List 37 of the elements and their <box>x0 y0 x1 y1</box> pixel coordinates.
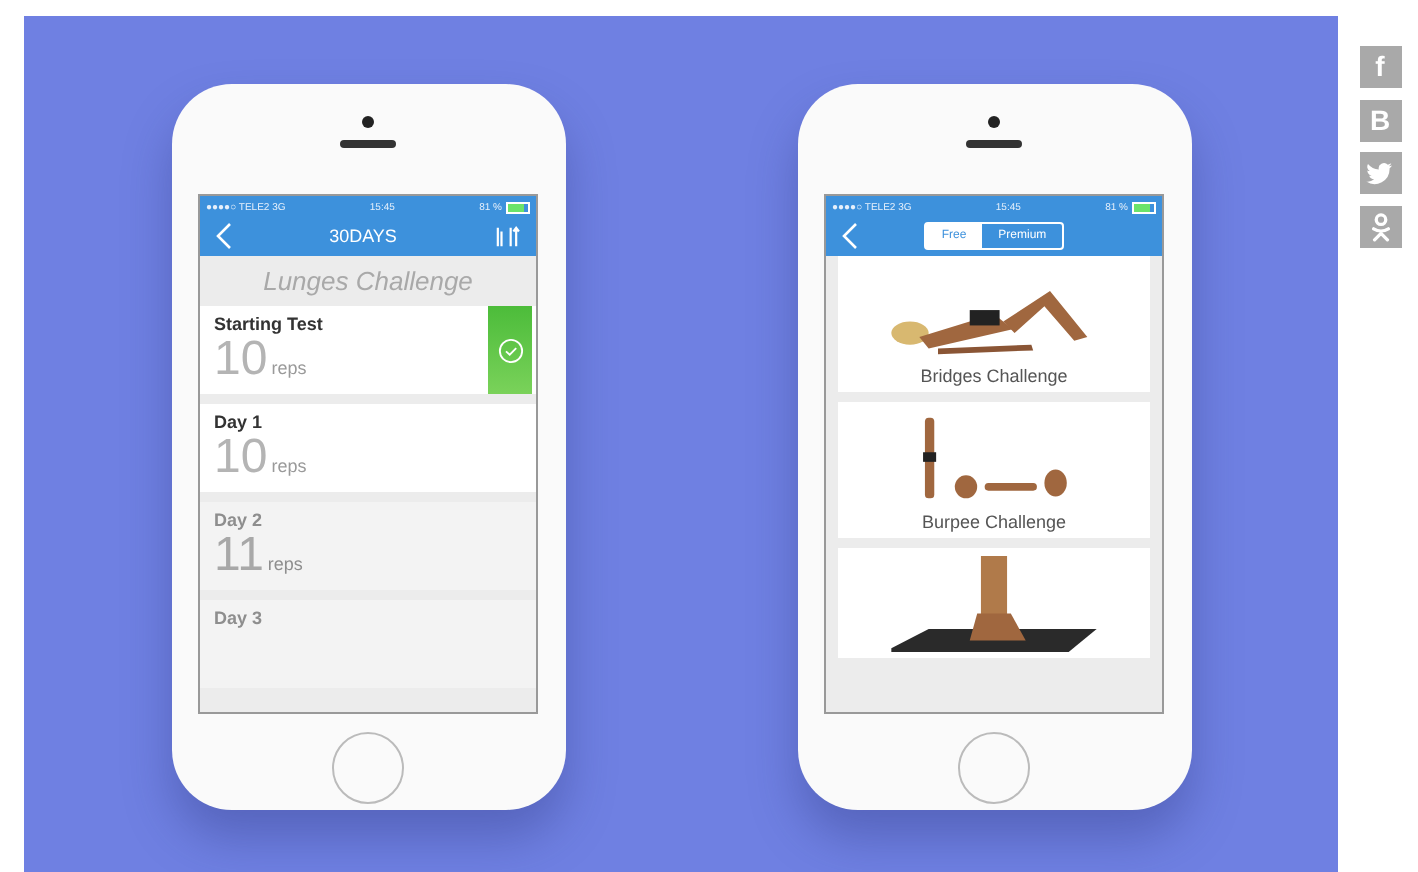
speaker-slot <box>966 140 1022 148</box>
rep-count: 10 <box>214 334 268 386</box>
battery-icon <box>505 202 530 214</box>
day-card[interactable]: Day 1 10 reps <box>200 404 536 492</box>
home-button[interactable] <box>332 732 404 804</box>
day-card[interactable]: Starting Test 10 reps <box>200 306 536 394</box>
home-button[interactable] <box>958 732 1030 804</box>
day-label: Day 1 <box>214 412 265 432</box>
day-label: Day 3 <box>214 608 263 628</box>
day-card[interactable]: Day 3 <box>200 600 536 688</box>
rep-count: 10 <box>214 432 268 484</box>
camera-dot <box>988 116 1000 128</box>
challenge-label: Bridges Challenge <box>920 364 1068 386</box>
challenge-label: Burpee Challenge <box>921 510 1067 532</box>
reps-unit: reps <box>267 554 303 574</box>
day-card[interactable]: Day 2 11 reps <box>200 502 536 590</box>
day-label: Starting Test <box>214 314 323 334</box>
challenge-card[interactable]: Burpee Challenge <box>838 402 1150 538</box>
twitter-bird-icon[interactable] <box>1359 152 1401 195</box>
check-circle-icon <box>497 337 523 363</box>
camera-dot <box>362 116 374 128</box>
person-outline-icon[interactable] <box>1359 206 1401 249</box>
battery-icon <box>1131 202 1156 214</box>
reps-unit: reps <box>271 358 307 378</box>
day-label: Day 2 <box>214 510 265 530</box>
share-button[interactable]: f <box>1359 45 1401 88</box>
nav-title: 30DAYS <box>329 226 397 246</box>
challenge-card[interactable]: Bridges Challenge <box>838 256 1150 392</box>
speaker-slot <box>340 140 396 148</box>
share-button[interactable]: B <box>1359 99 1401 142</box>
challenge-card[interactable] <box>838 548 1150 658</box>
challenge-title: Lunges Challenge <box>261 264 475 296</box>
rep-count: 11 <box>214 530 264 582</box>
sort-icon[interactable] <box>493 225 520 247</box>
back-icon[interactable] <box>216 222 232 250</box>
reps-unit: reps <box>271 456 307 476</box>
back-icon[interactable] <box>842 222 858 250</box>
